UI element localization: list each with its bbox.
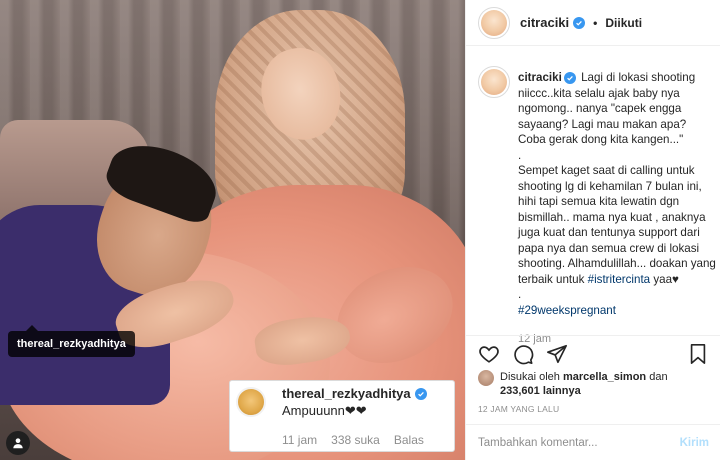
caption-paragraph-2: Sempet kaget saat di calling untuk shoot… bbox=[518, 164, 720, 286]
heart-icon[interactable] bbox=[476, 341, 502, 367]
caption-body: citraciki Lagi di lokasi shooting niiccc… bbox=[518, 70, 716, 348]
likes-middle: dan bbox=[649, 371, 668, 383]
caption-hashtag-link[interactable]: #29weekspregnant bbox=[518, 304, 616, 317]
overlay-comment-card: thereal_rezkyadhitya Ampuuunn❤❤ 11 jam 3… bbox=[229, 380, 455, 452]
posted-time: 12 JAM YANG LALU bbox=[478, 404, 560, 414]
photo-user-tag[interactable]: thereal_rezkyadhitya bbox=[8, 325, 135, 357]
caption-username[interactable]: citraciki bbox=[518, 71, 562, 84]
header-username[interactable]: citraciki bbox=[520, 15, 569, 30]
add-comment-bar: Kirim bbox=[466, 424, 720, 460]
comment-icon[interactable] bbox=[510, 341, 536, 367]
comment-text: Ampuuunn❤❤ bbox=[282, 403, 367, 418]
reply-button[interactable]: Balas bbox=[394, 433, 424, 447]
comment-username-row: thereal_rezkyadhitya bbox=[282, 386, 427, 401]
comment-time: 11 jam bbox=[282, 433, 318, 447]
post-header: citraciki • Diikuti bbox=[466, 0, 720, 46]
caption-spacer: . bbox=[518, 288, 522, 301]
comment-meta: 11 jam 338 suka Balas bbox=[282, 433, 424, 447]
avatar[interactable] bbox=[478, 370, 494, 386]
likes-summary: Disukai oleh marcella_simon dan 233,601 … bbox=[478, 370, 713, 406]
separator-dot: • bbox=[593, 15, 598, 30]
likes-user-link[interactable]: marcella_simon bbox=[563, 371, 646, 383]
verified-icon bbox=[563, 72, 576, 84]
post-photo[interactable]: thereal_rezkyadhitya thereal_rezkyadhity… bbox=[0, 0, 465, 460]
post-side-panel: citraciki • Diikuti citraciki Lagi di lo… bbox=[465, 0, 720, 460]
share-icon[interactable] bbox=[544, 341, 570, 367]
verified-icon bbox=[573, 16, 586, 29]
user-tag-icon[interactable] bbox=[6, 431, 30, 455]
avatar[interactable] bbox=[478, 66, 510, 98]
comment-likes[interactable]: 338 suka bbox=[331, 433, 380, 447]
send-comment-button[interactable]: Kirim bbox=[680, 437, 709, 449]
verified-icon bbox=[414, 387, 427, 400]
bookmark-icon[interactable] bbox=[685, 341, 711, 367]
comment-username[interactable]: thereal_rezkyadhitya bbox=[282, 386, 411, 401]
header-username-row: citraciki • Diikuti bbox=[520, 15, 642, 30]
caption-spacer: . bbox=[518, 148, 522, 162]
likes-suffix[interactable]: lainnya bbox=[543, 385, 581, 397]
comment-input[interactable] bbox=[478, 436, 680, 449]
avatar[interactable] bbox=[236, 387, 266, 417]
likes-prefix: Disukai oleh bbox=[500, 371, 560, 383]
caption-hashtag-link[interactable]: #istritercinta bbox=[588, 273, 651, 286]
caption-paragraph-2-end: yaa♥ bbox=[653, 272, 679, 286]
action-bar bbox=[466, 335, 720, 371]
likes-count-link[interactable]: 233,601 bbox=[500, 385, 540, 397]
follow-status-button[interactable]: Diikuti bbox=[605, 16, 642, 30]
likes-text: Disukai oleh marcella_simon dan 233,601 … bbox=[500, 370, 668, 398]
avatar[interactable] bbox=[478, 6, 510, 39]
